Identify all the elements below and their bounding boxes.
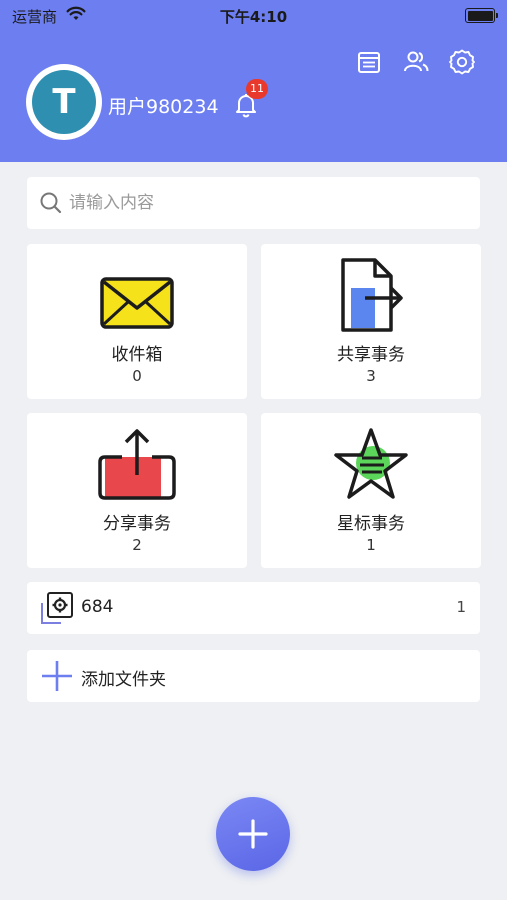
avatar-letter: T xyxy=(32,70,96,134)
shared-document-icon xyxy=(261,256,481,336)
card-count: 3 xyxy=(366,367,376,385)
settings-icon[interactable] xyxy=(448,48,476,76)
card-shared[interactable]: 共享事务 3 xyxy=(261,244,481,399)
card-title: 收件箱 xyxy=(111,345,163,365)
card-title: 星标事务 xyxy=(337,514,405,534)
share-upload-icon xyxy=(27,425,247,505)
clock: 下午4:10 xyxy=(219,8,288,26)
add-folder-label: 添加文件夹 xyxy=(81,670,166,690)
avatar[interactable]: T xyxy=(26,64,102,140)
search-input[interactable] xyxy=(69,193,449,213)
card-title: 分享事务 xyxy=(103,514,171,534)
status-bar: 运营商 下午4:10 xyxy=(0,0,507,32)
card-count: 2 xyxy=(132,536,142,554)
plus-icon xyxy=(39,658,75,694)
fab-plus-icon xyxy=(238,819,268,849)
folder-row[interactable]: 684 1 xyxy=(27,582,480,634)
search-bar[interactable] xyxy=(27,177,480,229)
search-icon xyxy=(40,192,62,214)
add-button[interactable] xyxy=(216,797,290,871)
card-count: 0 xyxy=(132,367,142,385)
card-share[interactable]: 分享事务 2 xyxy=(27,413,247,568)
card-inbox[interactable]: 收件箱 0 xyxy=(27,244,247,399)
contacts-icon[interactable] xyxy=(402,48,430,76)
profile-header: 运营商 下午4:10 T 用户980234 11 xyxy=(0,0,507,162)
star-icon xyxy=(261,425,481,505)
battery-icon xyxy=(465,8,498,23)
notification-badge: 11 xyxy=(246,79,268,99)
folder-name: 684 xyxy=(81,597,114,617)
inbox-envelope-icon xyxy=(27,256,247,336)
folder-settings-icon xyxy=(39,590,75,626)
calendar-icon[interactable] xyxy=(355,48,383,76)
card-title: 共享事务 xyxy=(337,345,405,365)
add-folder-row[interactable]: 添加文件夹 xyxy=(27,650,480,702)
folder-count: 1 xyxy=(456,598,466,616)
username: 用户980234 xyxy=(108,96,219,118)
card-starred[interactable]: 星标事务 1 xyxy=(261,413,481,568)
card-count: 1 xyxy=(366,536,376,554)
